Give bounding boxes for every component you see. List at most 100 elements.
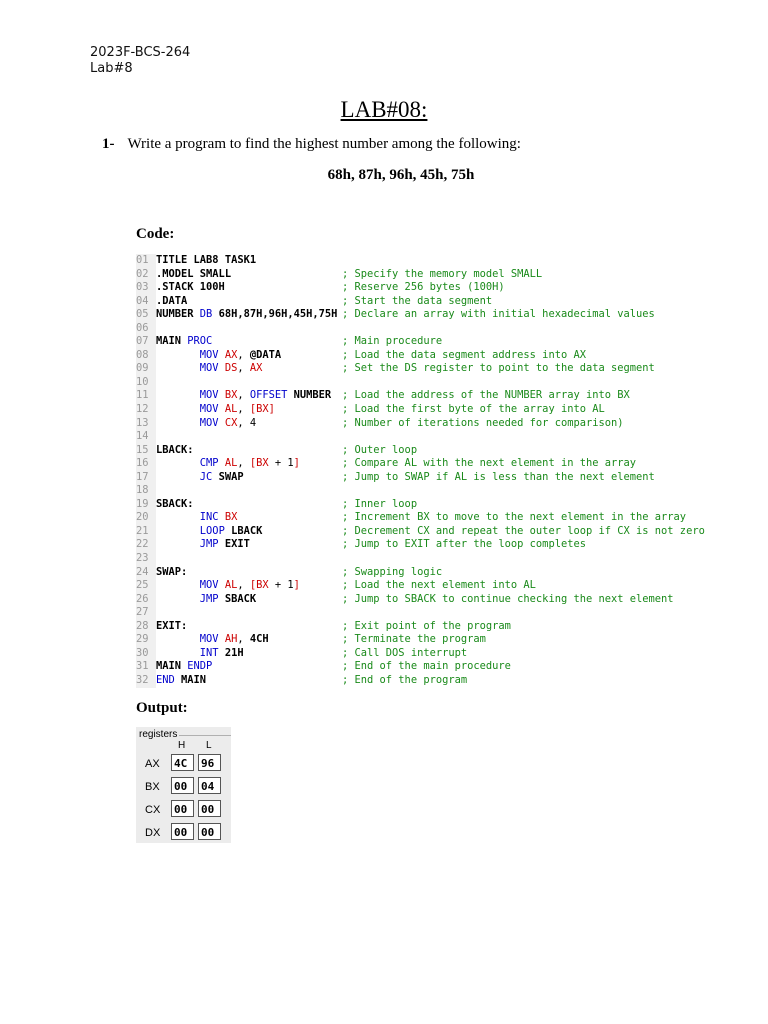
code-token: AH (224, 633, 238, 646)
code-label: Code: (136, 226, 175, 242)
output-label: Output: (136, 700, 188, 716)
page-title: LAB#08: (340, 97, 428, 122)
code-comment: ; Decrement CX and repeat the outer loop… (342, 524, 705, 537)
code-token: 68H,87H,96H,45H,75H (218, 308, 338, 321)
document-header: 2023F-BCS-264 Lab#8 (90, 45, 190, 77)
code-line: 10 (136, 375, 337, 390)
line-number: 21 (136, 524, 156, 539)
code-token: , 4 (237, 416, 257, 429)
column-h-label: H (178, 740, 186, 751)
line-number: 10 (136, 375, 156, 390)
code-line: 07 MAIN PROC ; Main procedure (136, 335, 442, 349)
code-comment: ; Load the data segment address into AX (342, 348, 586, 361)
register-bx-low[interactable]: 04 (198, 777, 221, 794)
code-token: 21H (224, 646, 244, 659)
register-cx-high[interactable]: 00 (171, 800, 194, 817)
line-number: 29 (136, 633, 156, 647)
code-token: LOOP (199, 524, 232, 537)
code-line: 08 MOV AX, @DATA ; Load the data segment … (136, 348, 586, 363)
code-line: 05 NUMBER DB 68H,87H,96H,45H,75H ; Declare… (136, 308, 655, 322)
code-token: + 1 (268, 457, 294, 470)
line-number: 19 (136, 497, 156, 512)
code-token: .STACK 100H (156, 281, 225, 294)
code-comment: ; End of the main procedure (342, 660, 511, 673)
code-line: 22 JMP EXIT ; Jump to EXIT after the loop… (136, 538, 586, 553)
code-token: , (237, 362, 250, 375)
code-token: EXIT (224, 538, 250, 551)
code-line: 02 .MODEL SMALL ; Specify the memory model… (136, 267, 542, 282)
register-dx-high[interactable]: 00 (171, 823, 194, 840)
code-token: JMP (199, 592, 225, 605)
register-name-cx: CX (145, 804, 161, 816)
code-token: ] (293, 579, 300, 592)
code-token: LBACK: (156, 443, 194, 456)
student-id: 2023F-BCS-264 (90, 45, 191, 60)
question-number: 1- (102, 136, 115, 152)
code-token: 4CH (249, 633, 269, 646)
code-token: INC (199, 511, 225, 524)
code-comment: ; Start the data segment (342, 294, 493, 307)
code-token: MOV (199, 416, 225, 429)
code-comment: ; Jump to SBACK to continue checking the… (342, 592, 674, 605)
code-line: 09 MOV DS, AX ; Set the DS register to po… (136, 362, 655, 376)
code-line: 15 LBACK: ; Outer loop (136, 443, 417, 458)
code-token: LBACK (231, 524, 263, 537)
code-token: CX (224, 416, 238, 429)
values-line: 68h, 87h, 96h, 45h, 75h (327, 167, 475, 183)
code-line: 28 EXIT: ; Exit point of the program (136, 619, 511, 634)
code-comment: ; Load the address of the NUMBER array i… (342, 389, 630, 402)
code-token: END (156, 673, 182, 686)
code-token: MOV (199, 403, 225, 416)
registers-title: registers (139, 729, 178, 740)
code-line: 21 LOOP LBACK ; Decrement CX and repeat t… (136, 524, 705, 539)
line-number: 26 (136, 592, 156, 607)
code-line: 25 MOV AL, [BX + 1] ; Load the next eleme… (136, 579, 536, 593)
code-line: 11 MOV BX, OFFSET NUMBER ; Load the addre… (136, 389, 630, 404)
code-token: JC (199, 470, 219, 483)
registers-divider (179, 735, 231, 736)
code-token: BX (224, 511, 238, 524)
code-comment: ; Load the first byte of the array into … (342, 403, 605, 416)
code-line: 24 SWAP: ; Swapping logic (136, 565, 442, 580)
line-number: 08 (136, 348, 156, 363)
register-bx-high[interactable]: 00 (171, 777, 194, 794)
code-token: SWAP: (156, 565, 188, 578)
code-line: 26 JMP SBACK ; Jump to SBACK to continue … (136, 592, 674, 607)
code-token: EXIT: (156, 619, 188, 632)
code-comment: ; Compare AL with the next element in th… (342, 457, 637, 470)
code-token: MOV (199, 633, 225, 646)
code-token: INT (199, 646, 225, 659)
code-token: MOV (199, 389, 225, 402)
code-token: AX (224, 348, 238, 361)
code-line: 13 MOV CX, 4 ; Number of iterations neede… (136, 416, 624, 431)
question-1: 1- Write a program to find the highest n… (102, 135, 521, 153)
register-dx-low[interactable]: 00 (198, 823, 221, 840)
code-comment: ; Outer loop (342, 443, 418, 456)
register-name-bx: BX (145, 781, 160, 793)
line-number: 06 (136, 321, 156, 336)
line-number: 23 (136, 552, 156, 566)
code-token: AL (224, 579, 238, 592)
code-comment: ; Set the DS register to point to the da… (342, 362, 655, 375)
code-comment: ; Declare an array with initial hexadeci… (342, 308, 655, 321)
register-ax-low[interactable]: 96 (198, 754, 221, 771)
code-token: AL (224, 457, 238, 470)
code-comment: ; Reserve 256 bytes (100H) (342, 281, 505, 294)
code-comment: ; Call DOS interrupt (342, 646, 468, 659)
register-cx-low[interactable]: 00 (198, 800, 221, 817)
code-token: NUMBER (156, 308, 200, 321)
code-line: 04 .DATA ; Start the data segment (136, 294, 492, 309)
code-comment: ; End of the program (342, 673, 468, 686)
code-token: NUMBER (293, 389, 332, 402)
code-token: , (237, 389, 250, 402)
register-ax-high[interactable]: 4C (171, 754, 194, 771)
code-token: MOV (199, 348, 225, 361)
line-number: 09 (136, 362, 156, 376)
